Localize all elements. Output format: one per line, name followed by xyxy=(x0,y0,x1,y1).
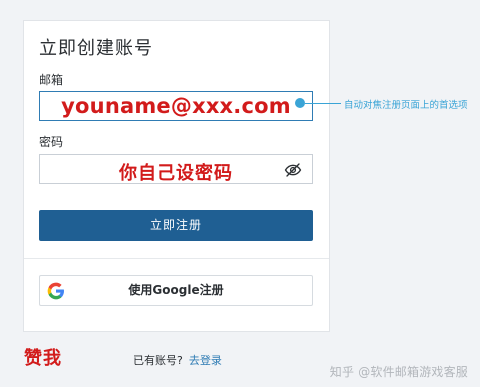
annotation-text: 自动对焦注册页面上的首选项 xyxy=(344,100,468,111)
have-account-row: 已有账号? 去登录 xyxy=(133,352,222,368)
watermark: 知乎 @软件邮箱游戏客服 xyxy=(329,365,468,379)
email-label: 邮箱 xyxy=(39,73,64,87)
register-button[interactable]: 立即注册 xyxy=(39,210,313,241)
page-title: 立即创建账号 xyxy=(39,38,153,59)
eye-off-icon[interactable] xyxy=(284,161,302,179)
google-button-label: 使用Google注册 xyxy=(128,283,224,297)
password-field[interactable]: 你自己设密码 xyxy=(39,154,313,184)
like-me-text: 赞我 xyxy=(24,348,62,369)
email-value: youname@xxx.com xyxy=(61,94,291,118)
google-signup-button[interactable]: 使用Google注册 xyxy=(39,275,313,306)
login-link[interactable]: 去登录 xyxy=(189,354,222,367)
annotation-dot xyxy=(295,98,305,108)
email-field[interactable]: youname@xxx.com xyxy=(39,91,313,121)
password-value: 你自己设密码 xyxy=(119,163,233,184)
password-label: 密码 xyxy=(39,135,64,149)
annotation-connector xyxy=(305,103,341,104)
have-account-text: 已有账号? xyxy=(133,354,183,367)
divider xyxy=(24,258,329,259)
